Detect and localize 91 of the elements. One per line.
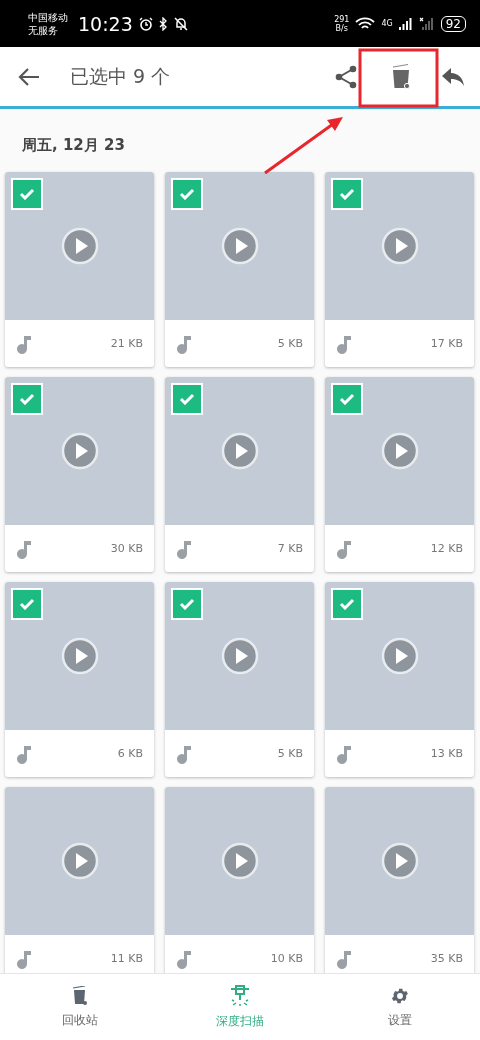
checkbox[interactable]	[331, 383, 363, 415]
date-header: 周五, 12月 23	[22, 136, 125, 154]
music-note-icon	[16, 538, 32, 559]
play-icon[interactable]	[380, 432, 419, 470]
audio-card[interactable]: 7 KB	[165, 377, 314, 572]
carrier-name: 中国移动	[28, 10, 68, 24]
checkbox[interactable]	[171, 588, 203, 620]
audio-card[interactable]: 13 KB	[325, 582, 474, 777]
checkmark-icon	[19, 393, 35, 405]
file-size: 13 KB	[430, 747, 463, 760]
checkbox[interactable]	[11, 383, 43, 415]
music-note-icon	[16, 948, 32, 969]
nav-tab[interactable]: 设置	[320, 974, 480, 1040]
checkbox[interactable]	[171, 178, 203, 210]
nav-tab[interactable]: 深度扫描	[160, 974, 320, 1040]
audio-card[interactable]: 21 KB	[5, 172, 154, 367]
play-icon[interactable]	[60, 227, 99, 265]
trash-icon	[72, 985, 88, 1006]
music-note-icon	[176, 948, 192, 969]
file-size: 30 KB	[110, 542, 143, 555]
checkmark-icon	[339, 393, 355, 405]
play-icon[interactable]	[220, 842, 259, 880]
checkbox[interactable]	[171, 383, 203, 415]
file-size: 21 KB	[110, 337, 143, 350]
music-note-icon	[336, 948, 352, 969]
trash-icon	[391, 63, 411, 90]
checkmark-icon	[179, 598, 195, 610]
music-note-icon	[16, 333, 32, 354]
audio-card[interactable]: 10 KB	[165, 787, 314, 973]
checkbox[interactable]	[331, 178, 363, 210]
checkmark-icon	[19, 598, 35, 610]
checkmark-icon	[339, 598, 355, 610]
alarm-icon	[138, 16, 153, 31]
bluetooth-icon	[158, 16, 168, 31]
speed-unit: B/s	[335, 23, 348, 33]
music-note-icon	[16, 743, 32, 764]
muted-bell-icon	[173, 16, 188, 31]
music-note-icon	[176, 538, 192, 559]
play-icon[interactable]	[220, 227, 259, 265]
file-size: 11 KB	[110, 952, 143, 965]
play-icon[interactable]	[60, 637, 99, 675]
file-size: 17 KB	[430, 337, 463, 350]
music-note-icon	[176, 743, 192, 764]
scanner-icon	[229, 984, 251, 1007]
file-size: 5 KB	[277, 337, 303, 350]
play-icon[interactable]	[380, 637, 419, 675]
file-size: 6 KB	[117, 747, 143, 760]
share-icon	[335, 64, 357, 89]
checkmark-icon	[19, 188, 35, 200]
clock: 10:23	[78, 12, 133, 35]
checkmark-icon	[179, 188, 195, 200]
audio-card[interactable]: 5 KB	[165, 582, 314, 777]
checkmark-icon	[339, 188, 355, 200]
play-icon[interactable]	[60, 842, 99, 880]
audio-card[interactable]: 17 KB	[325, 172, 474, 367]
reply-arrow-icon	[441, 66, 465, 87]
music-note-icon	[176, 333, 192, 354]
nav-tab[interactable]: 回收站	[0, 974, 160, 1040]
file-size: 5 KB	[277, 747, 303, 760]
back-arrow-icon	[18, 66, 40, 87]
audio-card[interactable]: 11 KB	[5, 787, 154, 973]
checkmark-icon	[179, 393, 195, 405]
service-status: 无服务	[28, 23, 59, 37]
checkbox[interactable]	[331, 588, 363, 620]
play-icon[interactable]	[60, 432, 99, 470]
audio-card[interactable]: 5 KB	[165, 172, 314, 367]
play-icon[interactable]	[220, 637, 259, 675]
no-signal-icon	[418, 16, 435, 31]
audio-card[interactable]: 35 KB	[325, 787, 474, 973]
signal-icon	[398, 16, 413, 31]
selection-title: 已选中 9 个	[70, 63, 172, 89]
checkbox[interactable]	[11, 178, 43, 210]
audio-card[interactable]: 6 KB	[5, 582, 154, 777]
wifi-icon	[355, 16, 376, 31]
file-size: 10 KB	[270, 952, 303, 965]
play-icon[interactable]	[380, 842, 419, 880]
music-note-icon	[336, 743, 352, 764]
file-size: 7 KB	[277, 542, 303, 555]
audio-card[interactable]: 12 KB	[325, 377, 474, 572]
speed-value: 291	[334, 14, 350, 24]
battery-level: 92	[440, 15, 466, 32]
audio-card[interactable]: 30 KB	[5, 377, 154, 572]
file-size: 35 KB	[430, 952, 463, 965]
music-note-icon	[336, 333, 352, 354]
music-note-icon	[336, 538, 352, 559]
back-button[interactable]	[18, 66, 40, 87]
file-size: 12 KB	[430, 542, 463, 555]
play-icon[interactable]	[380, 227, 419, 265]
network-type: 4G	[381, 19, 393, 28]
checkbox[interactable]	[11, 588, 43, 620]
play-icon[interactable]	[220, 432, 259, 470]
